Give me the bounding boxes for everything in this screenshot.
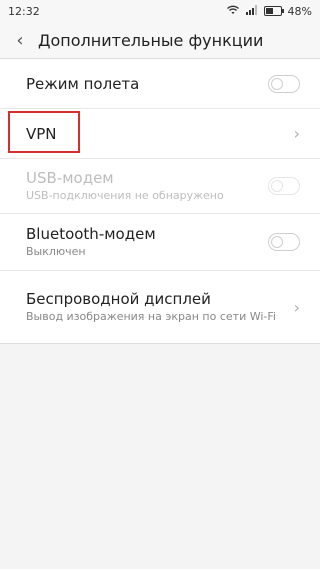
wireless-display-label: Беспроводной дисплей <box>26 290 211 308</box>
toggle-knob <box>271 77 283 90</box>
chevron-right-icon: › <box>293 297 300 317</box>
bluetooth-tethering-sublabel: Выключен <box>26 245 86 258</box>
airplane-mode-label: Режим полета <box>26 74 140 93</box>
back-arrow-icon[interactable]: ‹ <box>10 30 30 51</box>
status-icons: 48% <box>226 4 312 18</box>
settings-list: Режим полета VPN › USB-модем USB-подключ… <box>0 59 320 344</box>
page-title: Дополнительные функции <box>38 30 264 50</box>
wireless-display-sublabel: Вывод изображения на экран по сети Wi-Fi <box>26 310 276 323</box>
app-header: ‹ Дополнительные функции <box>0 22 320 59</box>
status-bar: 12:32 48% <box>0 0 320 22</box>
toggle-knob <box>271 180 283 192</box>
usb-tethering-label: USB-модем <box>26 169 114 187</box>
highlight-box <box>8 111 80 153</box>
bluetooth-tethering-toggle[interactable] <box>268 233 300 251</box>
usb-tethering-toggle[interactable] <box>268 177 300 195</box>
toggle-knob <box>271 236 283 248</box>
battery-icon <box>263 6 284 16</box>
battery-percent: 48% <box>287 4 312 18</box>
settings-item-bluetooth-tethering[interactable]: Bluetooth-модем Выключен <box>0 214 320 271</box>
settings-item-wireless-display[interactable]: Беспроводной дисплей Вывод изображения н… <box>0 271 320 343</box>
usb-tethering-sublabel: USB-подключения не обнаружено <box>26 189 224 202</box>
settings-item-airplane-mode[interactable]: Режим полета <box>0 59 320 109</box>
airplane-mode-toggle[interactable] <box>268 74 300 93</box>
status-time: 12:32 <box>8 4 40 18</box>
chevron-right-icon: › <box>293 124 300 143</box>
settings-item-usb-tethering[interactable]: USB-модем USB-подключения не обнаружено <box>0 159 320 214</box>
signal-icon <box>245 4 258 18</box>
bluetooth-tethering-label: Bluetooth-модем <box>26 225 156 243</box>
wifi-icon <box>226 5 240 18</box>
